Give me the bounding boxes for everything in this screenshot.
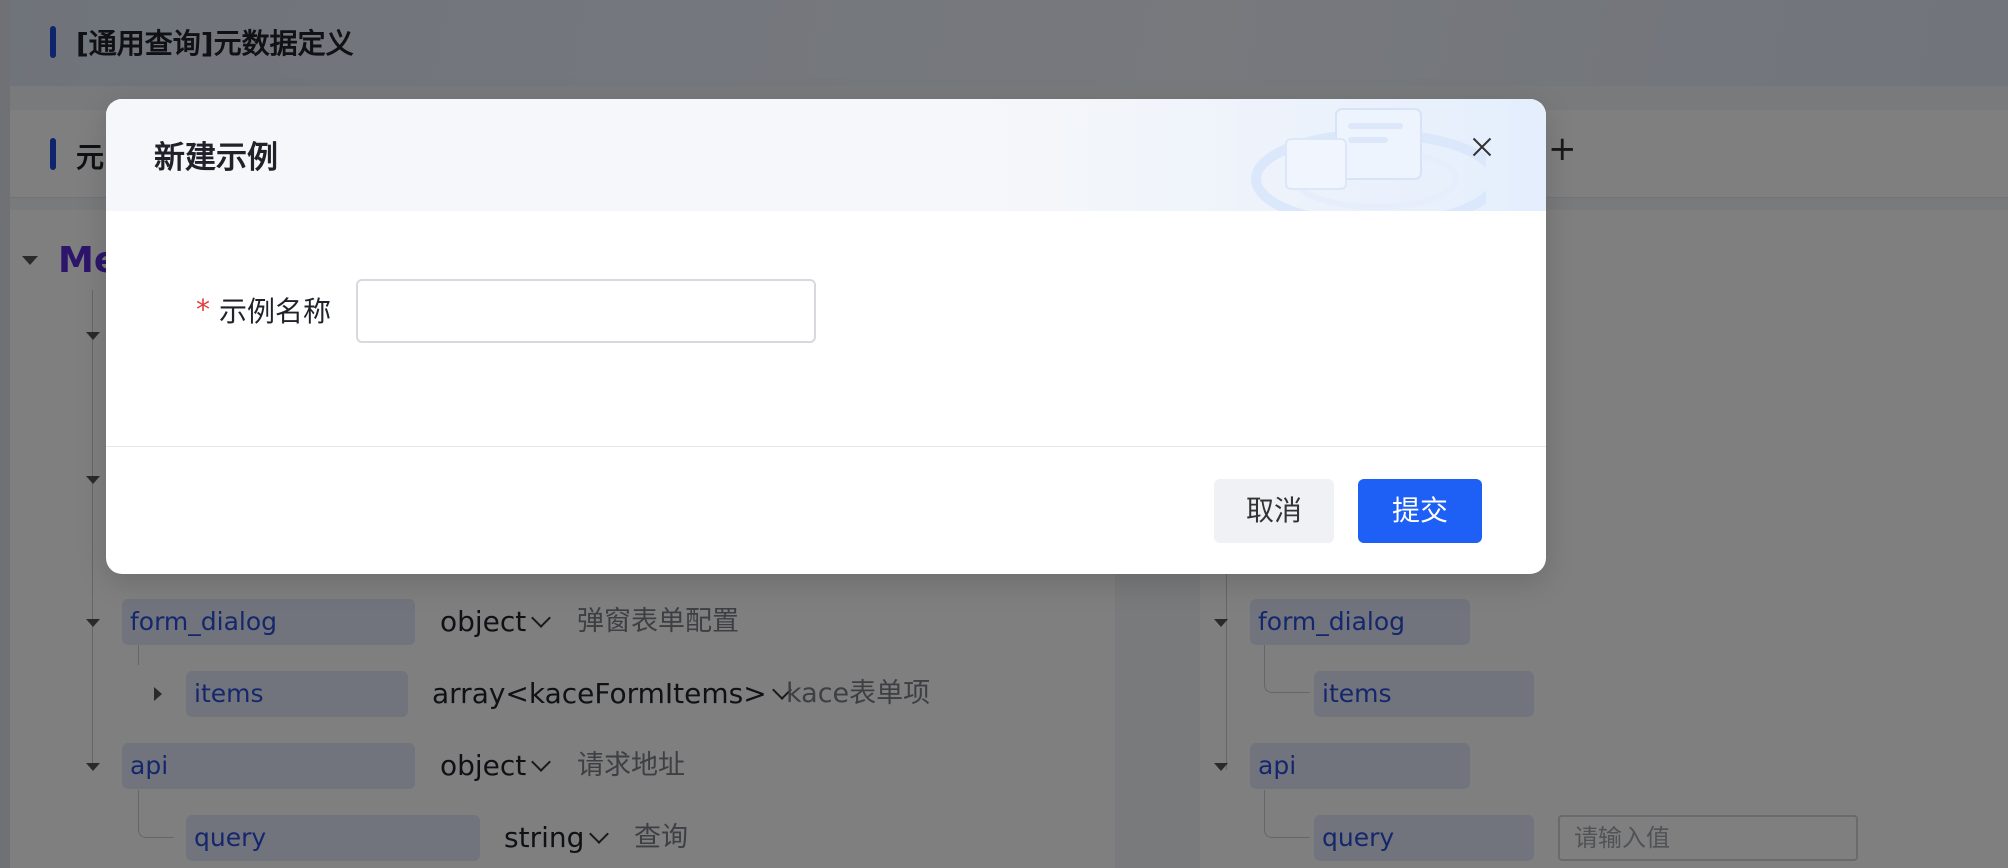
example-name-label: 示例名称 — [219, 295, 332, 328]
required-mark: * — [196, 293, 210, 326]
new-example-dialog: 新建示例 * 示例名称 取消 提交 — [106, 99, 1546, 574]
example-name-input[interactable] — [356, 279, 816, 343]
footer-divider — [106, 446, 1546, 447]
header-decoration-illustration — [1251, 108, 1486, 211]
dialog-header: 新建示例 — [106, 99, 1546, 211]
form-row-example-name: * 示例名称 — [106, 279, 1546, 343]
submit-button[interactable]: 提交 — [1358, 479, 1482, 543]
dialog-title: 新建示例 — [154, 140, 278, 176]
close-icon[interactable] — [1468, 133, 1496, 161]
cancel-button[interactable]: 取消 — [1214, 479, 1334, 543]
